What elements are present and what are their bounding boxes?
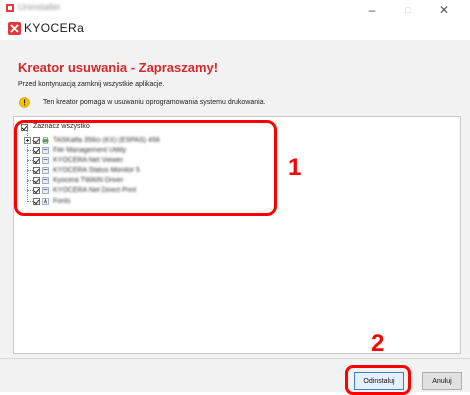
callout-number-1: 1 (288, 154, 302, 181)
uninstall-button[interactable]: Odinstaluj (354, 372, 404, 390)
window-title: Uninstaller (18, 2, 61, 12)
callout-highlight-tree (14, 120, 277, 216)
footer-divider (0, 358, 470, 359)
app-icon (6, 4, 14, 12)
warning-icon (19, 97, 30, 108)
kyocera-logo: KYOCERa (8, 20, 84, 36)
kyocera-logo-mark-icon (8, 21, 21, 35)
close-button[interactable]: ✕ (430, 0, 458, 20)
cancel-button[interactable]: Anuluj (422, 372, 462, 390)
uninstaller-window: Uninstaller – □ ✕ KYOCERa Kreator usuwan… (0, 0, 470, 395)
page-title: Kreator usuwania - Zapraszamy! (18, 60, 219, 75)
title-bar: Uninstaller – □ ✕ KYOCERa (0, 0, 470, 40)
callout-number-2: 2 (371, 330, 385, 357)
minimize-button[interactable]: – (358, 0, 386, 20)
logo-text: KYOCERa (24, 21, 85, 35)
info-text: Ten kreator pomaga w usuwaniu oprogramow… (43, 99, 266, 106)
instruction-text: Przed kontynuacją zamknij wszystkie apli… (18, 81, 165, 88)
maximize-button[interactable]: □ (394, 0, 422, 20)
